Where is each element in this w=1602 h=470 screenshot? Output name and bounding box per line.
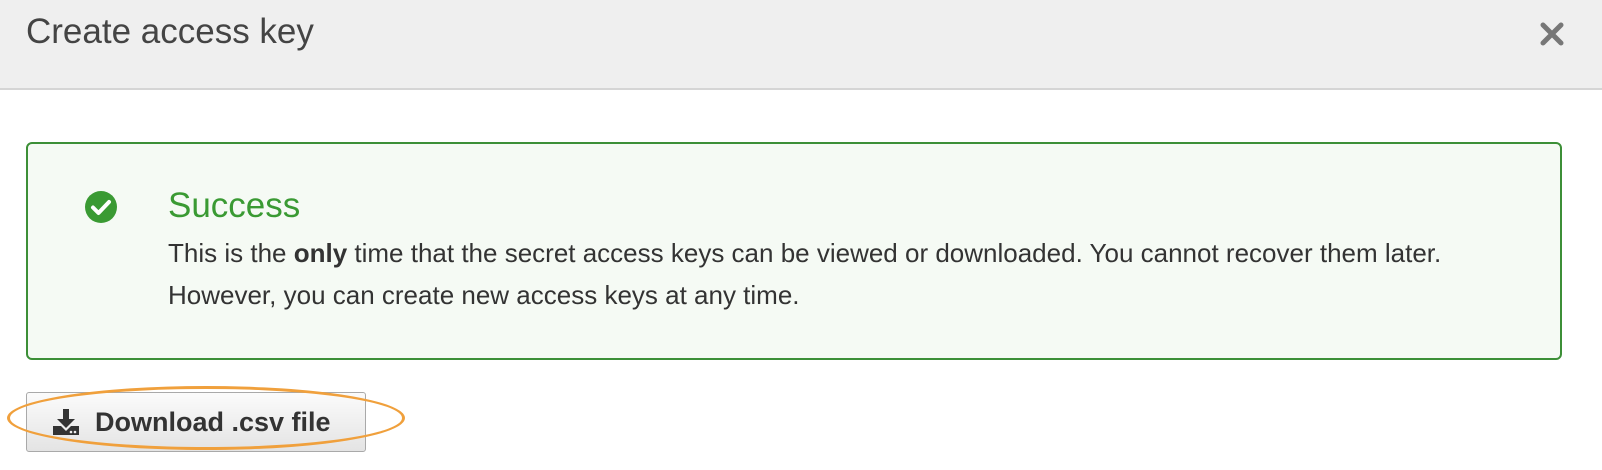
download-button-label: Download .csv file [95,406,331,437]
close-icon [1540,22,1564,46]
alert-heading: Success [168,186,301,225]
alert-message-prefix: This is the [168,238,294,268]
dialog-header: Create access key [0,0,1602,90]
download-csv-button[interactable]: Download .csv file [26,392,366,452]
close-button[interactable] [1534,16,1570,52]
alert-message-suffix: time that the secret access keys can be … [168,238,1442,310]
download-button-wrapper: Download .csv file [26,392,366,452]
dialog-title: Create access key [26,12,314,51]
alert-message: This is the only time that the secret ac… [168,232,1508,316]
success-alert: Success This is the only time that the s… [26,142,1562,360]
download-icon [53,409,79,435]
create-access-key-dialog: Create access key Success This is the on… [0,0,1602,470]
check-circle-icon [85,191,117,223]
alert-message-emphasis: only [293,238,348,268]
